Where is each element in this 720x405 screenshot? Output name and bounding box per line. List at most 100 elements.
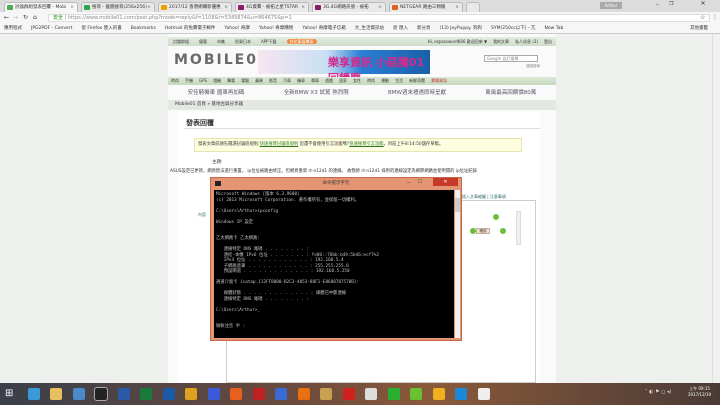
bookmark-item[interactable]: SYM(250cc以下) - 兀 — [491, 26, 536, 31]
firefox-icon[interactable] — [230, 388, 242, 400]
category-item[interactable]: 新鮮奇聞 — [409, 78, 425, 83]
topnav-item[interactable]: 優惠 — [199, 39, 207, 44]
tab-close-icon[interactable]: × — [378, 3, 382, 12]
smiley-icon[interactable] — [493, 214, 499, 220]
browser-tab[interactable]: 2017/12 香港網購新優惠 × — [158, 2, 232, 12]
bookmark-item[interactable]: 應用程式 — [4, 26, 22, 31]
search-input[interactable]: Google 自訂搜尋 — [484, 55, 538, 62]
cmd-icon[interactable] — [94, 387, 108, 401]
advanced-search-link[interactable]: 進階搜尋 — [526, 64, 540, 69]
promo-link[interactable]: BMW週末禮遇即時呈獻 — [388, 88, 446, 98]
file-explorer-icon[interactable] — [50, 388, 62, 400]
star-icon[interactable]: ☆ — [700, 14, 705, 21]
bookmark-item[interactable]: 從 匯入 — [393, 26, 408, 31]
bookmark-item[interactable]: 從 Firefox 匯入的書 — [81, 26, 121, 31]
user-menu-item[interactable]: 我的文章 — [493, 39, 509, 44]
subject-input[interactable]: ASUS設定已更新，網頁無法進行重置。 ip位址被路由修正。但網頁重新 rt-n… — [170, 168, 477, 174]
tab-close-icon[interactable]: × — [301, 3, 305, 12]
excel-icon[interactable] — [140, 388, 152, 400]
category-item[interactable]: 女性 — [353, 78, 361, 83]
bookmark-item[interactable]: Yahoo! 奇摩購物 — [259, 26, 293, 31]
opera-icon[interactable] — [342, 388, 355, 400]
category-item[interactable]: 運動 — [381, 78, 389, 83]
skype-icon[interactable] — [455, 388, 467, 400]
category-item[interactable]: 蘋果 — [255, 78, 263, 83]
wechat-icon[interactable] — [410, 388, 422, 400]
home-icon[interactable]: ⌂ — [33, 14, 37, 21]
word-icon[interactable] — [117, 388, 130, 400]
bookmark-item[interactable]: Yahoo! 奇摩 — [224, 26, 249, 31]
cmd-output[interactable]: Microsoft Windows [版本 6.3.9600] (c) 2013… — [214, 190, 454, 338]
bookmark-item[interactable]: 新分頁 — [417, 26, 431, 31]
category-item[interactable]: 居家 — [339, 78, 347, 83]
edge-icon[interactable] — [27, 388, 40, 400]
smiley-scrollbar[interactable] — [516, 211, 521, 245]
topnav-item[interactable]: 市集 — [217, 39, 225, 44]
category-item[interactable]: 筆電 — [227, 78, 235, 83]
menu-icon[interactable]: ⋮ — [712, 14, 718, 21]
tab-close-icon[interactable]: × — [455, 3, 459, 12]
breadcrumb[interactable]: Mobile01 首頁 » 基地台與分享器 — [168, 100, 556, 110]
user-badge[interactable]: Arthur — [600, 2, 622, 9]
confirm-button[interactable]: 確認 — [476, 228, 490, 234]
maximize-button[interactable]: ❐ — [669, 1, 673, 7]
bookmark-item[interactable]: Bookmarks — [131, 26, 156, 31]
browser-tab[interactable]: 討論群組發表回覆 - Mobi × — [4, 2, 78, 12]
browser-tab[interactable]: 3G.4G網路訊號 - 被拓 × — [312, 2, 386, 12]
category-item[interactable]: 時尚 — [171, 78, 179, 83]
url-input[interactable]: 安全 | https://www.mobile01.com/post.php?m… — [48, 14, 710, 22]
chrome-icon[interactable] — [185, 388, 197, 400]
page-scrollbar[interactable] — [712, 34, 720, 383]
app-mahjong-icon[interactable] — [477, 388, 490, 400]
start-icon[interactable]: ⊞ — [5, 388, 17, 400]
control-panel-icon[interactable] — [72, 388, 85, 400]
category-item[interactable]: 電腦 — [241, 78, 249, 83]
category-item[interactable]: 汽車 — [283, 78, 291, 83]
category-item[interactable]: 單車 — [311, 78, 319, 83]
clock[interactable]: 上午 09:15 2017/12/19 — [688, 386, 711, 398]
promo-link[interactable]: 安佳騎機車 國車再加碼 — [188, 88, 245, 98]
app-blue2-icon[interactable] — [275, 388, 287, 400]
tab-close-icon[interactable]: × — [70, 3, 74, 12]
quote-help-link[interactable]: 快速搜尋引言功能 — [349, 142, 383, 147]
bookmark-item[interactable]: New Tab — [545, 26, 564, 31]
cmd-window[interactable]: 命令提示字元 – ☐ ✕ Microsoft Windows [版本 6.3.9… — [210, 177, 462, 341]
outlook-icon[interactable] — [162, 388, 175, 400]
category-item[interactable]: 相機 — [213, 78, 221, 83]
category-item[interactable]: 手機 — [185, 78, 193, 83]
browser-tab[interactable]: 4G資費 - 被拓之星TSTAR × — [235, 2, 309, 12]
tab-close-icon[interactable]: × — [224, 3, 228, 12]
category-item[interactable]: 機車 — [297, 78, 305, 83]
back-icon[interactable]: ← — [4, 14, 9, 21]
line-icon[interactable] — [387, 388, 400, 400]
forward-icon[interactable]: → — [13, 14, 18, 21]
bookmark-item[interactable]: JPG2PDF - Convert — [31, 26, 72, 31]
topnav-item[interactable]: APP下載 — [261, 39, 277, 44]
rules-link[interactable]: 快速搜尋討論區規則 — [260, 142, 299, 147]
bookmark-item[interactable]: 大_生活資訊站 — [355, 26, 384, 31]
app-blue-icon[interactable] — [207, 388, 220, 400]
bookmark-item[interactable]: 其他書籤 — [690, 24, 708, 34]
user-menu-item[interactable]: 登出 — [544, 39, 552, 44]
new-tab-button[interactable] — [466, 2, 480, 12]
cmd-minimize-button[interactable]: – — [407, 179, 410, 186]
promo-link[interactable]: 東風最高回饋價80萬 — [485, 88, 536, 98]
category-item[interactable]: 影音 — [269, 78, 277, 83]
topnav-item[interactable]: 投資日本 — [235, 39, 251, 44]
smiley-icon[interactable] — [500, 228, 506, 234]
browser-tab[interactable]: 搜尋 - 截圖搜尋(256x256) × — [81, 2, 155, 12]
ad-banner[interactable]: 樂享資訊 小惡魔01 回饋慶 — [258, 50, 430, 85]
reload-icon[interactable]: ↻ — [23, 14, 28, 21]
site-logo[interactable]: MOBILE01 — [174, 52, 270, 68]
category-item[interactable]: 時尚 — [367, 78, 375, 83]
app-yellow-icon[interactable] — [432, 388, 445, 400]
browser-tab[interactable]: NETGEAR 路由三頻驗 × — [389, 2, 463, 12]
app-red-icon[interactable] — [252, 388, 265, 400]
bookmark-item[interactable]: Hotmail 的免費電子郵件 — [165, 26, 215, 31]
topnav-item[interactable]: 討論群組 — [173, 39, 189, 44]
promo-link[interactable]: 全新BMW X3 試駕 熱烈限 — [284, 88, 349, 98]
bookmark-item[interactable]: Yahoo! 奇摩電子信箱 — [302, 26, 345, 31]
topnav-item[interactable]: 台北車展專區 — [286, 39, 317, 44]
tab-close-icon[interactable]: × — [147, 3, 151, 12]
cmd-close-button[interactable]: ✕ — [433, 178, 458, 186]
